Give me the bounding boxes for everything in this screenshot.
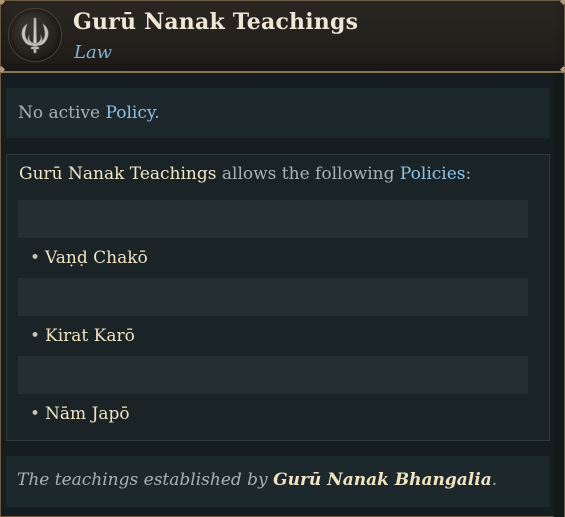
policy-item-label: Nām Japō <box>45 404 130 424</box>
tooltip-subtitle: Law <box>74 42 113 63</box>
policies-link[interactable]: Policies <box>400 164 466 184</box>
law-tooltip-panel: Gurū Nanak Teachings Law No active Polic… <box>0 0 565 517</box>
founder-name-link[interactable]: Gurū Nanak Bhangalia <box>273 470 492 490</box>
tooltip-title: Gurū Nanak Teachings <box>73 9 359 35</box>
allows-suffix: : <box>465 164 472 184</box>
list-item-band <box>18 278 528 316</box>
panel-edge <box>554 73 564 517</box>
policy-item-label: Vaṇḍ Chakō <box>45 248 148 268</box>
policy-item-label: Kirat Karō <box>45 326 135 346</box>
policy-link[interactable]: Policy <box>106 103 155 123</box>
active-policy-box: No active Policy. <box>6 88 550 138</box>
tooltip-header: Gurū Nanak Teachings Law <box>1 1 564 73</box>
active-policy-text: No active Policy. <box>18 103 160 123</box>
active-policy-prefix: No active <box>18 103 106 123</box>
policy-item[interactable]: • Vaṇḍ Chakō <box>30 248 148 268</box>
bullet: • <box>30 404 41 424</box>
list-item-band <box>18 356 528 394</box>
khanda-icon <box>9 9 61 61</box>
allowed-policies-box: Gurū Nanak Teachings allows the followin… <box>6 154 550 441</box>
policy-item[interactable]: • Nām Japō <box>30 404 130 424</box>
footer-text: The teachings established by Gurū Nanak … <box>17 470 497 490</box>
active-policy-suffix: . <box>154 103 160 123</box>
allows-text: allows the following <box>216 164 400 184</box>
policy-item[interactable]: • Kirat Karō <box>30 326 135 346</box>
bullet: • <box>30 326 41 346</box>
bullet: • <box>30 248 41 268</box>
footer-suffix: . <box>491 470 498 490</box>
list-item-band <box>18 200 528 238</box>
footer-prefix: The teachings established by <box>17 470 274 490</box>
allowed-policies-intro: Gurū Nanak Teachings allows the followin… <box>19 164 471 184</box>
footer-box: The teachings established by Gurū Nanak … <box>6 456 550 507</box>
law-name-link[interactable]: Gurū Nanak Teachings <box>19 164 216 184</box>
